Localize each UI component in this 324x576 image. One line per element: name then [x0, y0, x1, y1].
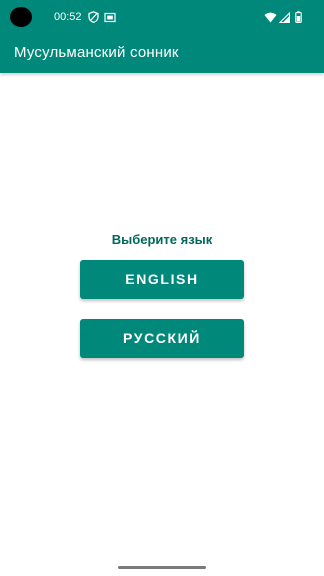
camera-cutout — [10, 7, 32, 27]
shield-icon — [86, 10, 100, 24]
russian-button[interactable]: РУССКИЙ — [80, 319, 244, 358]
wifi-icon — [263, 10, 277, 24]
english-button[interactable]: ENGLISH — [80, 260, 244, 299]
status-bar: 00:52 — [0, 0, 324, 34]
app-bar: Мусульманский сонник — [0, 34, 324, 73]
signal-icon — [277, 10, 291, 24]
choose-language-prompt: Выберите язык — [111, 232, 213, 247]
screenshot-icon — [103, 10, 117, 24]
screen: 00:52 Мусульманский сонник Выберите язык… — [0, 0, 324, 576]
app-title: Мусульманский сонник — [14, 44, 179, 61]
status-time: 00:52 — [54, 11, 82, 23]
gesture-navigation-bar[interactable] — [118, 566, 206, 569]
battery-icon — [291, 10, 305, 24]
